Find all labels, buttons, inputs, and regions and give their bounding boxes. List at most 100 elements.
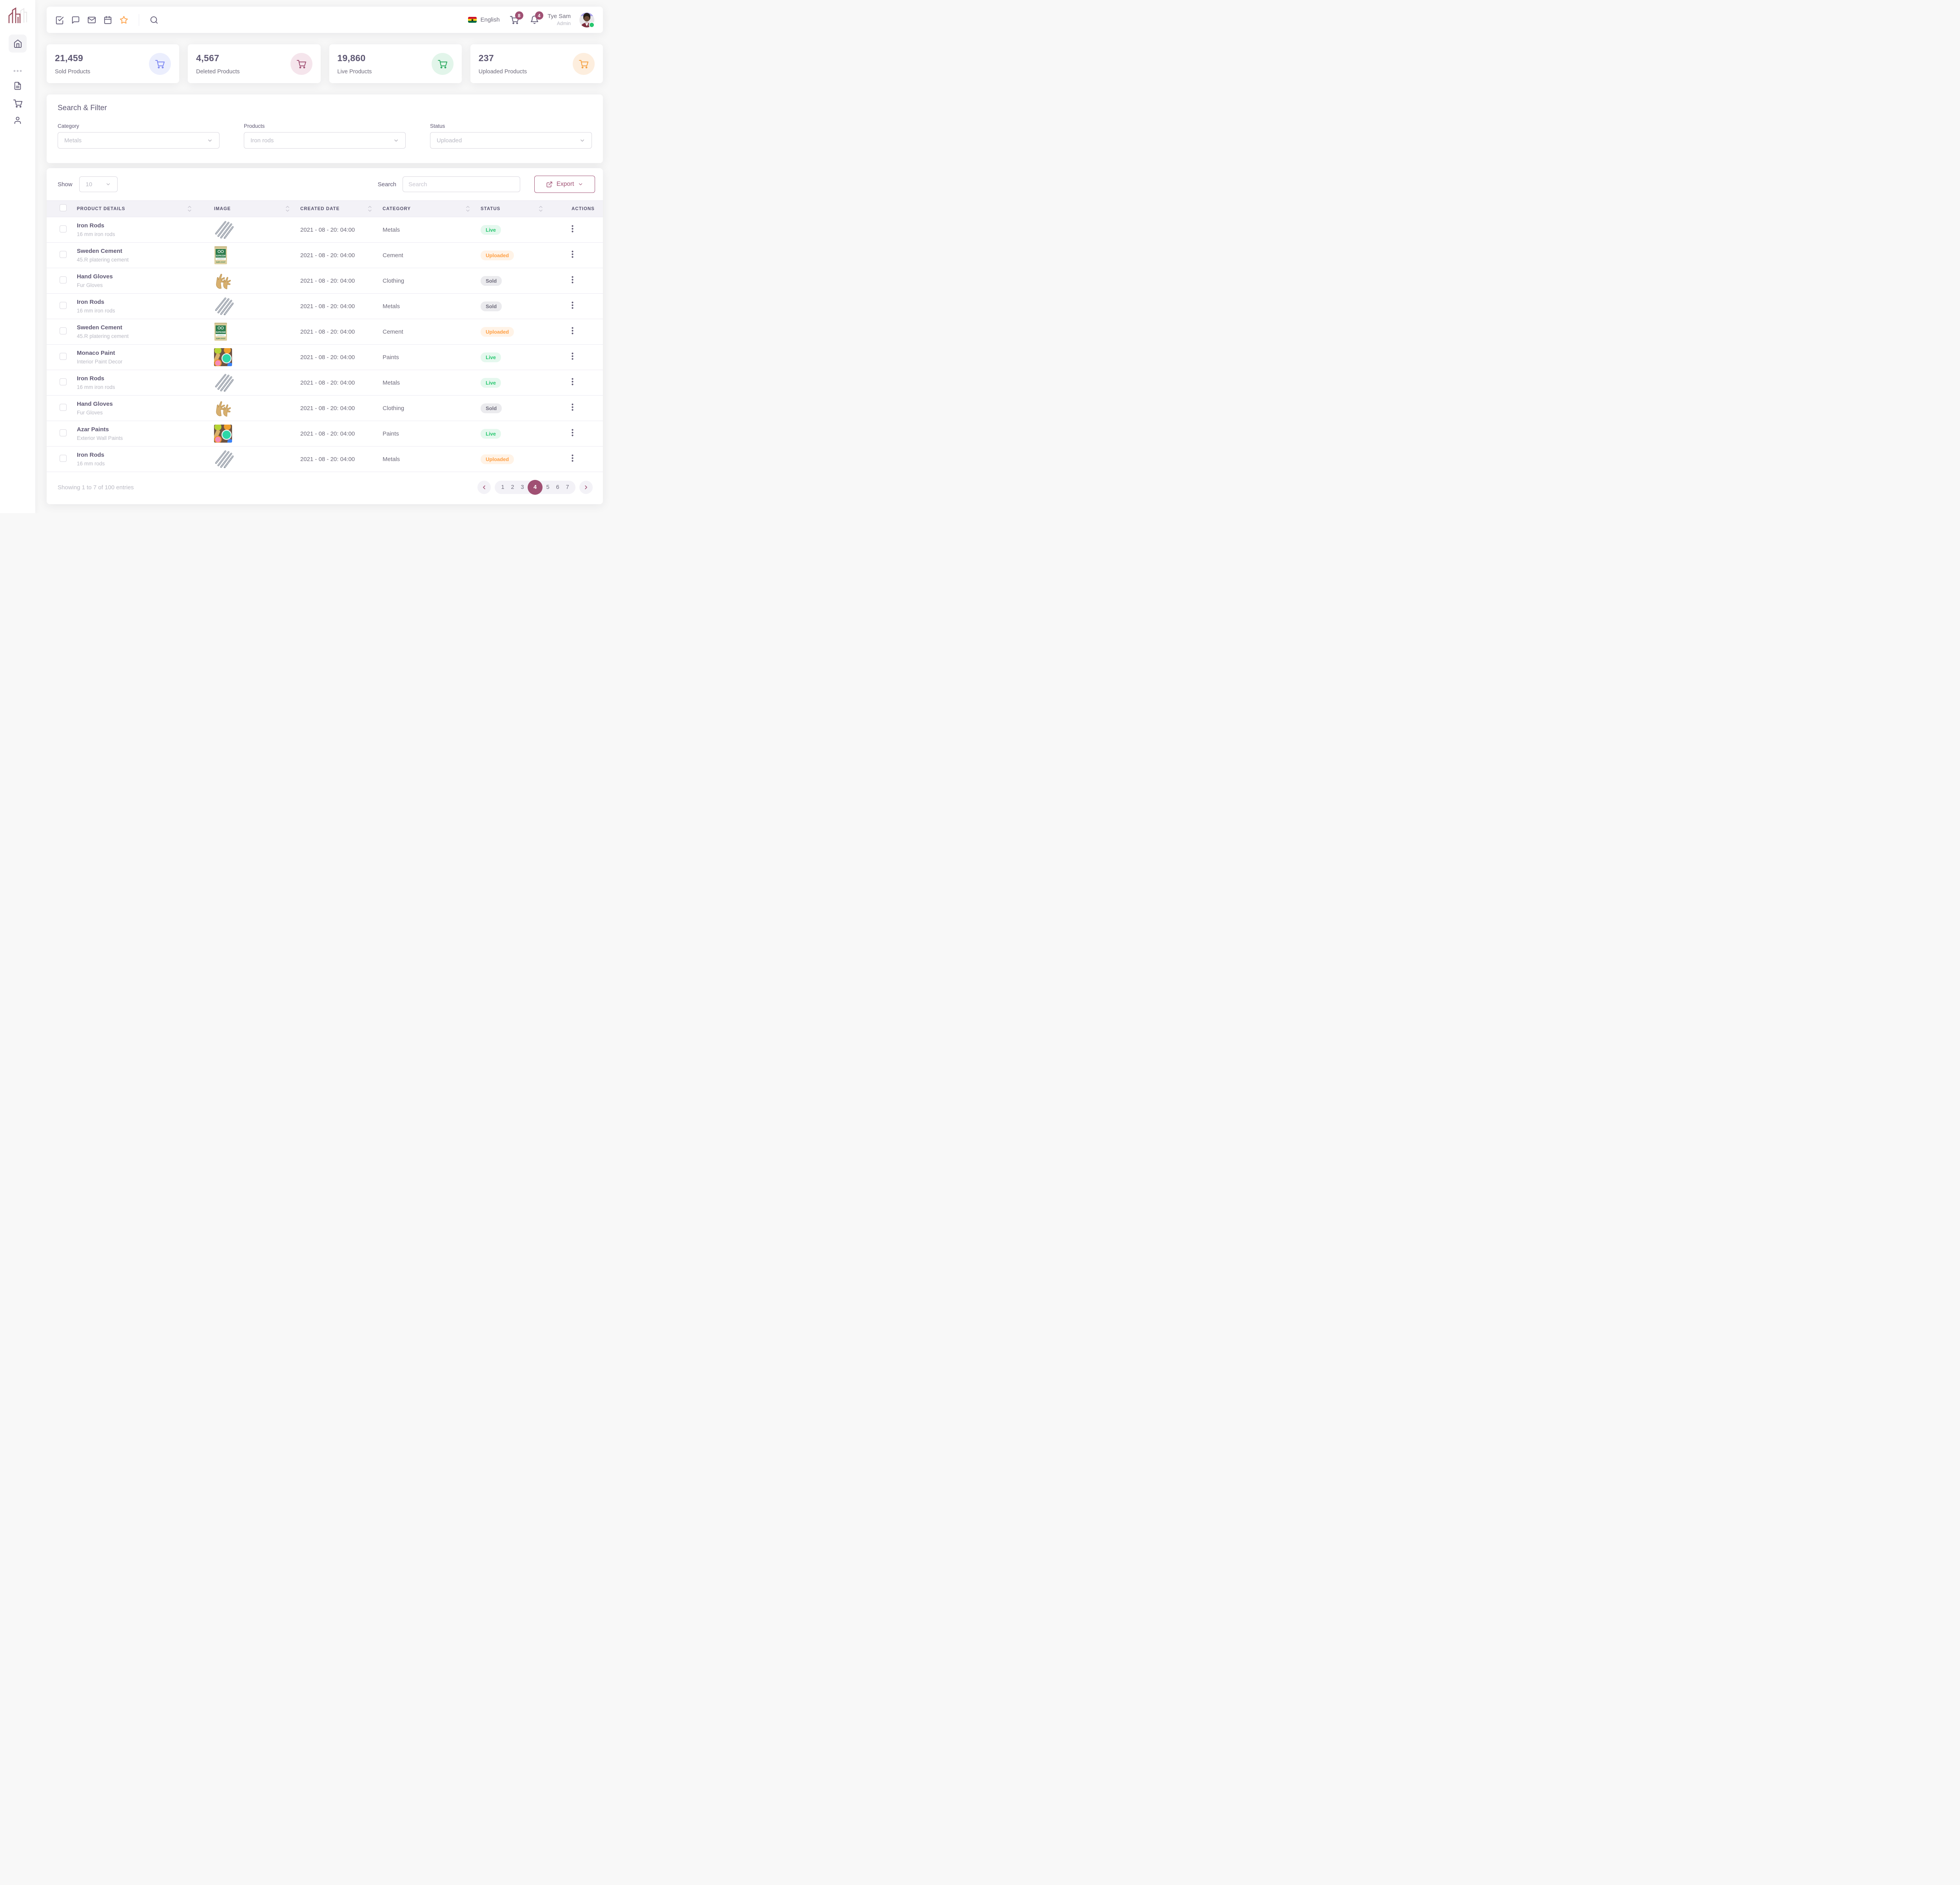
check-square-icon[interactable] bbox=[55, 16, 64, 24]
table-search-input[interactable] bbox=[403, 176, 520, 192]
row-checkbox[interactable] bbox=[60, 378, 67, 385]
chevron-down-icon bbox=[105, 182, 111, 187]
product-image bbox=[214, 374, 300, 392]
column-header-category[interactable]: CATEGORY bbox=[383, 206, 481, 212]
row-actions-menu[interactable] bbox=[572, 454, 573, 462]
language-selector[interactable]: English bbox=[468, 16, 500, 23]
sidebar-item-cart[interactable] bbox=[13, 99, 22, 107]
status-select[interactable]: Uploaded bbox=[430, 132, 592, 149]
company-logo[interactable] bbox=[7, 6, 28, 27]
calendar-icon[interactable] bbox=[103, 16, 112, 24]
pagination-page-2[interactable]: 2 bbox=[508, 484, 517, 490]
row-actions-menu[interactable] bbox=[572, 378, 573, 385]
category-value: Paints bbox=[383, 354, 481, 361]
category-value: Clothing bbox=[383, 278, 481, 284]
cart-icon bbox=[13, 99, 22, 108]
row-actions-menu[interactable] bbox=[572, 301, 573, 309]
cart-icon bbox=[290, 53, 312, 75]
row-actions-menu[interactable] bbox=[572, 276, 573, 283]
row-actions-menu[interactable] bbox=[572, 327, 573, 334]
status-badge: Sold bbox=[481, 276, 502, 286]
pagination: 1234567 bbox=[477, 481, 593, 494]
cart-icon bbox=[149, 53, 171, 75]
created-date: 2021 - 08 - 20: 04:00 bbox=[300, 252, 383, 259]
pagination-page-4[interactable]: 4 bbox=[528, 480, 543, 495]
row-checkbox[interactable] bbox=[60, 429, 67, 436]
product-image bbox=[214, 450, 300, 468]
row-checkbox[interactable] bbox=[60, 225, 67, 232]
row-checkbox[interactable] bbox=[60, 251, 67, 258]
row-actions-menu[interactable] bbox=[572, 251, 573, 258]
created-date: 2021 - 08 - 20: 04:00 bbox=[300, 227, 383, 233]
category-value: Metals bbox=[383, 303, 481, 310]
product-image bbox=[214, 221, 300, 239]
product-image bbox=[214, 272, 300, 289]
status-badge: Live bbox=[481, 225, 501, 235]
page-size-select[interactable]: 10 bbox=[79, 176, 118, 192]
table-controls: Show 10 Search Export bbox=[47, 168, 603, 200]
pagination-page-3[interactable]: 3 bbox=[517, 484, 527, 490]
search-label: Search bbox=[377, 181, 396, 188]
row-checkbox[interactable] bbox=[60, 353, 67, 360]
sort-icon bbox=[368, 206, 372, 212]
search-icon[interactable] bbox=[150, 16, 158, 24]
pagination-next-button[interactable] bbox=[579, 481, 593, 494]
sidebar-item-documents[interactable] bbox=[13, 82, 22, 90]
sort-icon bbox=[539, 206, 543, 212]
row-actions-menu[interactable] bbox=[572, 225, 573, 232]
product-name: Iron Rods bbox=[77, 299, 202, 305]
ghana-flag-icon bbox=[468, 17, 477, 23]
column-header-image[interactable]: IMAGE bbox=[202, 206, 300, 212]
sidebar-item-users[interactable] bbox=[13, 116, 22, 125]
table-row: Iron Rods 16 mm rods 2021 - 08 - 20: 04:… bbox=[47, 447, 603, 472]
pagination-page-5[interactable]: 5 bbox=[543, 484, 553, 490]
header-cart-button[interactable]: 8 bbox=[510, 15, 519, 24]
column-header-product-details[interactable]: PRODUCT DETAILS bbox=[77, 206, 202, 212]
row-checkbox[interactable] bbox=[60, 404, 67, 411]
pagination-pages: 1234567 bbox=[495, 481, 575, 494]
online-status-dot bbox=[589, 22, 595, 28]
sidebar-more-menu[interactable] bbox=[13, 69, 22, 73]
notifications-button[interactable]: 4 bbox=[530, 15, 539, 24]
avatar[interactable] bbox=[579, 13, 594, 27]
sidebar bbox=[0, 0, 35, 513]
svg-text:SUPACEM: SUPACEM bbox=[216, 331, 226, 334]
stat-cards: 21,459Sold Products 4,567Deleted Product… bbox=[47, 44, 603, 83]
status-badge: Uploaded bbox=[481, 251, 514, 260]
pagination-prev-button[interactable] bbox=[477, 481, 491, 494]
language-label: English bbox=[481, 16, 500, 23]
row-checkbox[interactable] bbox=[60, 455, 67, 462]
user-menu[interactable]: Tye Sam Admin bbox=[548, 13, 571, 27]
stat-card-live: 19,860Live Products bbox=[329, 44, 462, 83]
row-actions-menu[interactable] bbox=[572, 352, 573, 360]
products-label: Products bbox=[244, 123, 406, 129]
products-select[interactable]: Iron rods bbox=[244, 132, 406, 149]
row-actions-menu[interactable] bbox=[572, 403, 573, 411]
main-content: English 8 4 Tye Sam Admin bbox=[35, 0, 615, 513]
row-checkbox[interactable] bbox=[60, 302, 67, 309]
status-badge: Uploaded bbox=[481, 327, 514, 337]
column-header-created-date[interactable]: CREATED DATE bbox=[300, 206, 383, 212]
row-checkbox[interactable] bbox=[60, 276, 67, 283]
mail-icon[interactable] bbox=[87, 16, 96, 24]
sidebar-item-home[interactable] bbox=[9, 35, 27, 53]
product-description: Interior Paint Decor bbox=[77, 359, 202, 365]
pagination-page-1[interactable]: 1 bbox=[498, 484, 508, 490]
stat-label: Uploaded Products bbox=[479, 69, 527, 75]
export-button[interactable]: Export bbox=[534, 176, 595, 193]
category-select[interactable]: Metals bbox=[58, 132, 220, 149]
chat-icon[interactable] bbox=[71, 16, 80, 24]
product-description: Exterior Wall Paints bbox=[77, 435, 202, 441]
top-header: English 8 4 Tye Sam Admin bbox=[47, 7, 603, 33]
pagination-page-7[interactable]: 7 bbox=[563, 484, 572, 490]
star-icon[interactable] bbox=[120, 16, 128, 24]
select-all-checkbox[interactable] bbox=[60, 204, 67, 211]
created-date: 2021 - 08 - 20: 04:00 bbox=[300, 303, 383, 310]
row-checkbox[interactable] bbox=[60, 327, 67, 334]
document-icon bbox=[13, 82, 22, 90]
product-description: Fur Gloves bbox=[77, 410, 202, 416]
row-actions-menu[interactable] bbox=[572, 429, 573, 436]
pagination-page-6[interactable]: 6 bbox=[553, 484, 563, 490]
column-header-status[interactable]: STATUS bbox=[481, 206, 554, 212]
table-row: Azar Paints Exterior Wall Paints 2021 - … bbox=[47, 421, 603, 447]
